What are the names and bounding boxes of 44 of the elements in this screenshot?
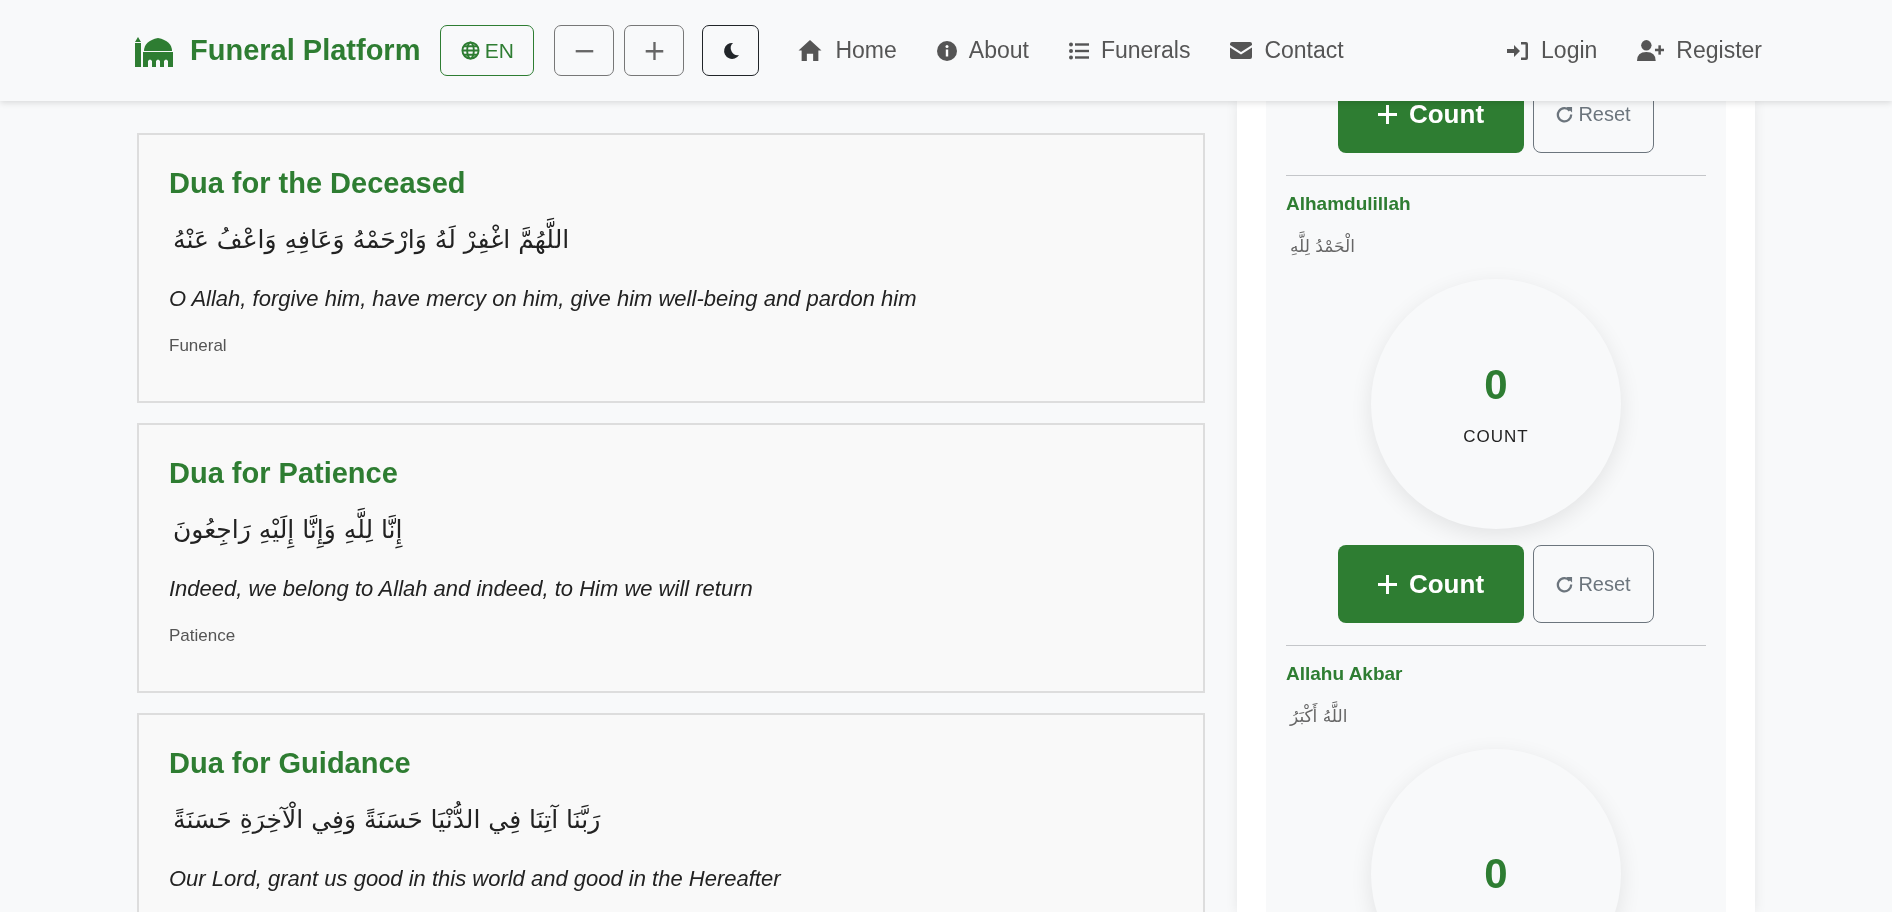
count-button[interactable]: Count (1338, 545, 1524, 623)
nav-link[interactable]: Register (1637, 37, 1762, 64)
count-value: 0 (1484, 850, 1508, 898)
dua-title: Dua for Guidance (169, 747, 412, 780)
count-button[interactable]: Count (1338, 101, 1524, 153)
dua-title: Dua for Patience (169, 457, 399, 490)
reset-button[interactable]: Reset (1533, 101, 1654, 153)
arabic-text: اللَّهُمَّ اغْفِرْ لَهُ وَارْحَمْهُ وَعَافِهِ وَاعْفُ عَنْهُ (169, 216, 574, 264)
add-user-icon (1637, 40, 1665, 61)
dua-title: Dua for the Deceased (169, 167, 467, 200)
nav-link[interactable]: Contact (1230, 37, 1344, 64)
translation-text: Indeed, we belong to Allah and indeed, to Him we will return (169, 575, 754, 602)
category-label: Funeral (169, 335, 228, 356)
category-label: Patience (169, 625, 237, 646)
brand-title[interactable]: Funeral Platform (190, 34, 421, 67)
plus-icon (1377, 574, 1397, 594)
arabic-text: رَبَّنَا آتِنَا فِي الدُّنْيَا حَسَنَةً وَفِي الْآخِرَةِ حَسَنَةً (169, 796, 605, 844)
nav-link[interactable]: Home (797, 37, 897, 64)
count-value: 0 (1484, 361, 1508, 409)
globe-icon (460, 41, 480, 60)
dhikr-title: Alhamdulillah (1286, 193, 1412, 215)
plus-icon (1377, 104, 1397, 124)
info-icon (936, 40, 957, 61)
nav-link[interactable]: Login (1507, 37, 1598, 64)
dhikr-arabic-text: الْحَمْدُ لِلَّهِ (1286, 229, 1359, 263)
login-icon (1507, 40, 1530, 61)
dark-mode-button[interactable] (702, 25, 760, 76)
font-increase-button[interactable]: + (624, 25, 685, 76)
list-icon (1068, 41, 1089, 60)
nav-link[interactable]: About (936, 37, 1029, 64)
reset-icon (1556, 575, 1574, 593)
font-decrease-button[interactable]: − (554, 25, 615, 76)
dhikr-title: Allahu Akbar (1286, 663, 1404, 685)
arabic-text: إِنَّا لِلَّهِ وَإِنَّا إِلَيْهِ رَاجِعُونَ (169, 506, 407, 554)
home-icon (797, 39, 824, 62)
translation-text: O Allah, forgive him, have mercy on him, give him well-being and pardon him (169, 285, 918, 312)
translation-text: Our Lord, grant us good in this world and good in the Hereafter (169, 865, 783, 892)
reset-icon (1556, 105, 1574, 123)
nav-link[interactable]: Funerals (1068, 37, 1191, 64)
dhikr-arabic-text: اللَّهُ أَكْبَرُ (1286, 699, 1352, 733)
count-label: COUNT (1463, 427, 1529, 447)
reset-button[interactable]: Reset (1533, 545, 1654, 623)
envelope-icon (1230, 42, 1253, 59)
language-button[interactable]: EN (440, 25, 535, 76)
